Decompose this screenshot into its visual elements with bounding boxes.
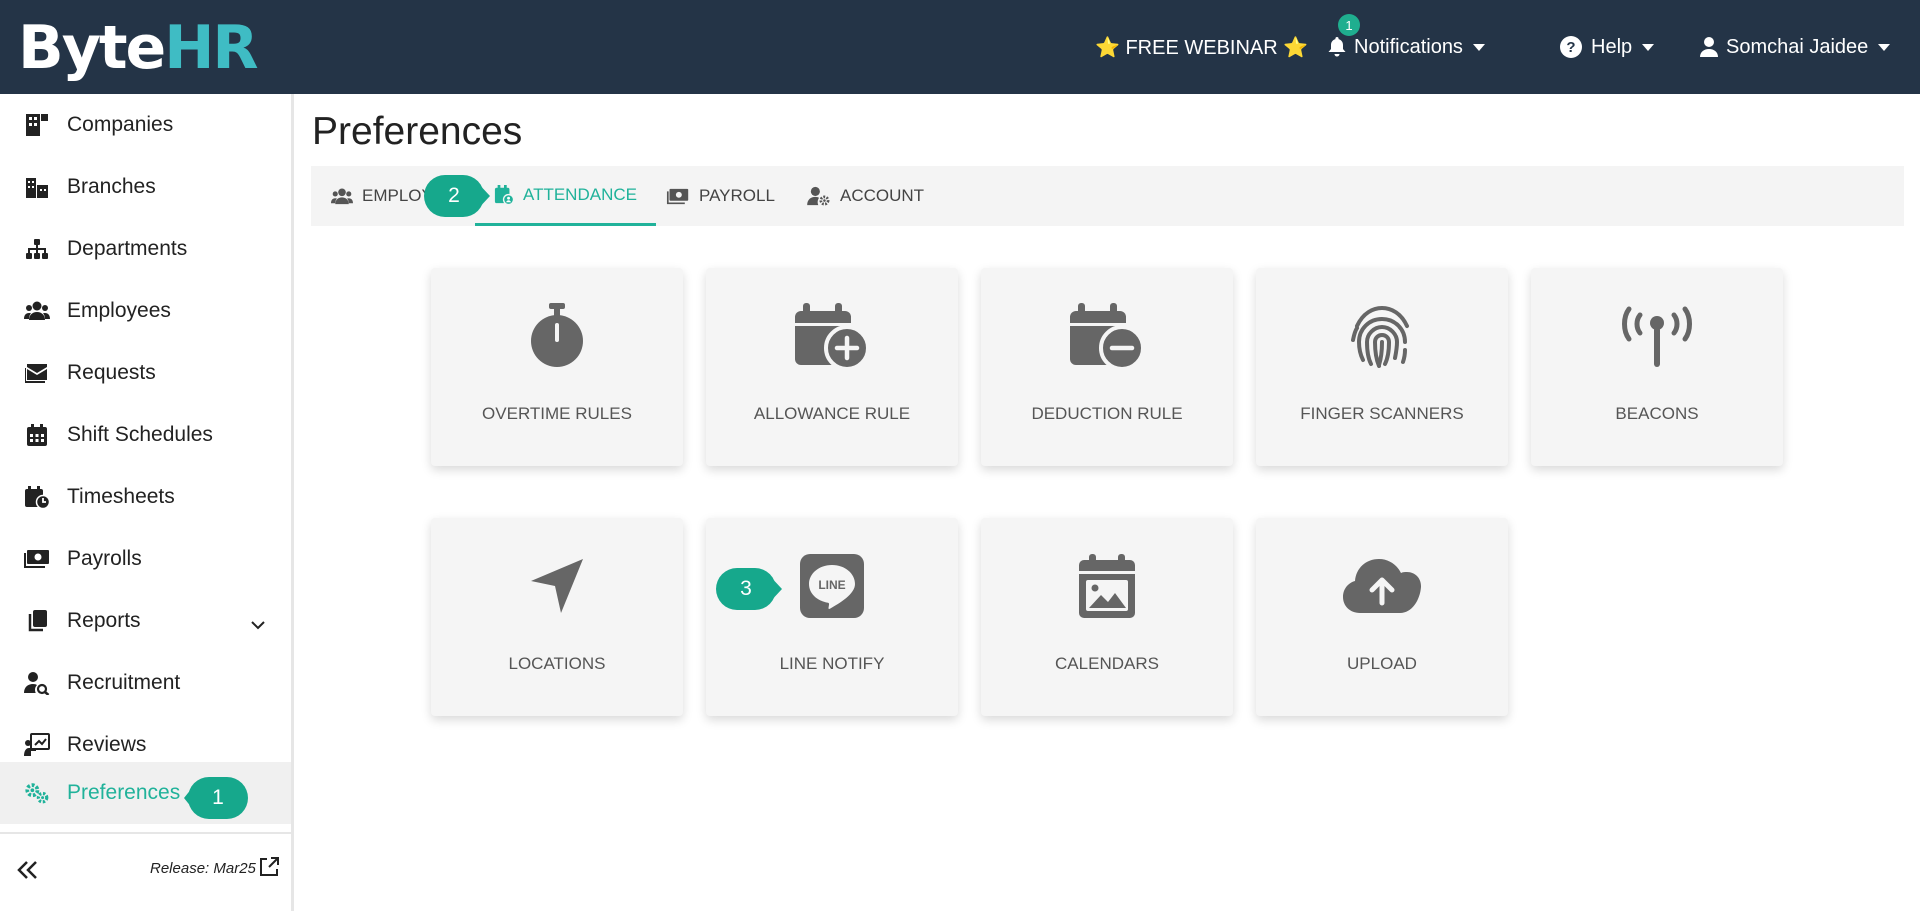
callout-pointers — [184, 181, 782, 813]
